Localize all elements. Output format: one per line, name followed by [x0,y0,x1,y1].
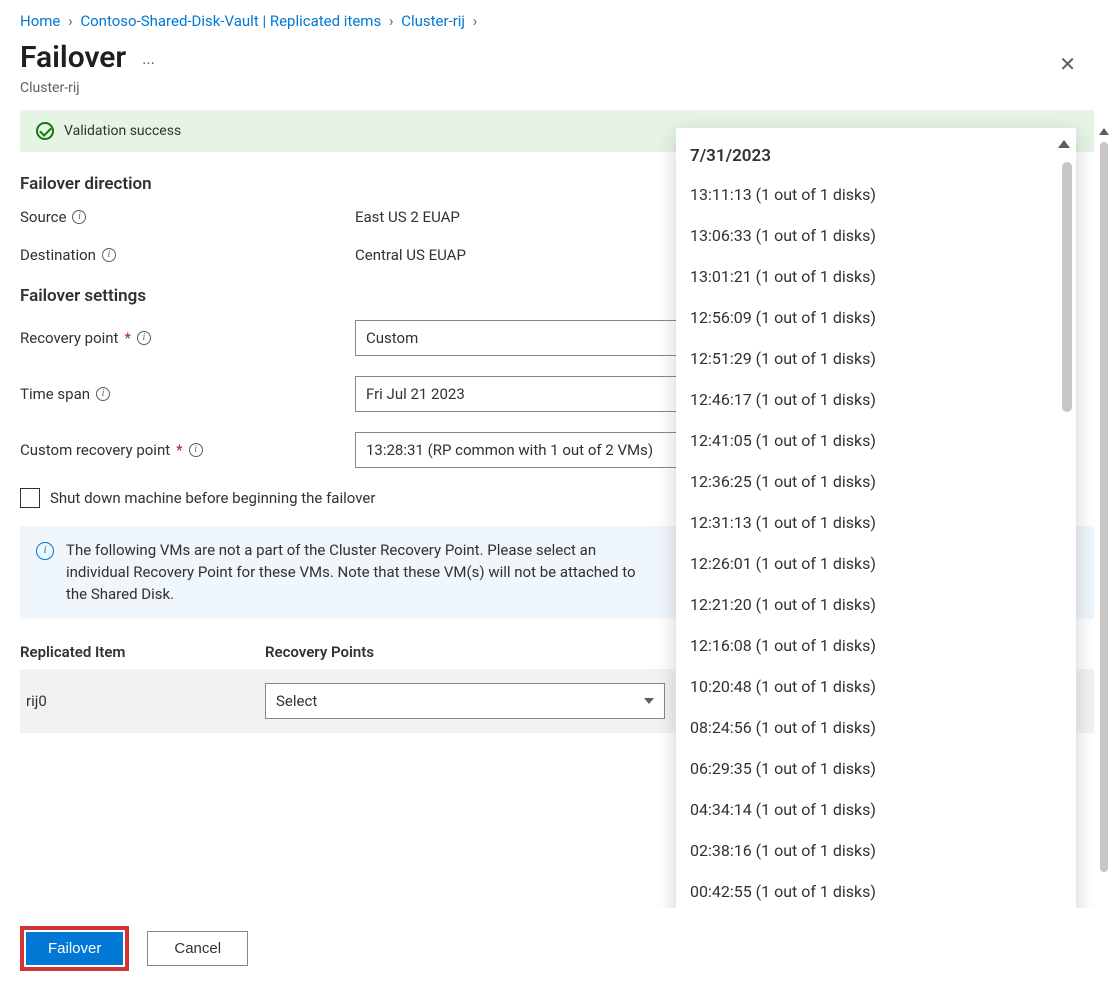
source-value: East US 2 EUAP [355,208,460,226]
info-icon[interactable]: i [189,443,203,457]
recovery-point-option[interactable]: 00:42:55 (1 out of 1 disks) [676,871,1076,912]
recovery-point-label: Recovery point * i [20,329,355,347]
recovery-point-option[interactable]: 12:56:09 (1 out of 1 disks) [676,297,1076,338]
shutdown-checkbox[interactable] [20,488,40,508]
failover-button-highlight: Failover [20,926,129,971]
destination-value: Central US EUAP [355,246,466,264]
time-span-datepicker[interactable]: Fri Jul 21 2023 [355,376,715,412]
custom-recovery-point-label: Custom recovery point * i [20,441,355,459]
breadcrumb-sep: › [68,12,73,30]
page-scrollbar[interactable] [1098,128,1110,929]
col-replicated-item: Replicated Item [20,643,265,661]
breadcrumb-sep: › [473,12,478,30]
recovery-point-option[interactable]: 12:41:05 (1 out of 1 disks) [676,420,1076,461]
recovery-point-option[interactable]: 13:11:13 (1 out of 1 disks) [676,174,1076,215]
recovery-point-option[interactable]: 04:34:14 (1 out of 1 disks) [676,789,1076,830]
recovery-point-option[interactable]: 12:16:08 (1 out of 1 disks) [676,625,1076,666]
recovery-point-flyout: 7/31/202313:11:13 (1 out of 1 disks)13:0… [676,128,1076,948]
page-subtitle: Cluster-rij [0,80,1114,110]
page-title: Failover [20,40,126,75]
breadcrumb-home[interactable]: Home [20,12,60,30]
more-actions-icon[interactable]: ··· [142,54,155,73]
replicated-item-name: rij0 [20,692,265,710]
recovery-point-dropdown[interactable]: Custom [355,320,715,356]
destination-label: Destination i [20,246,355,264]
info-icon[interactable]: i [137,331,151,345]
breadcrumb-sep: › [389,12,394,30]
scrollbar-thumb[interactable] [1100,142,1108,872]
recovery-point-option[interactable]: 12:46:17 (1 out of 1 disks) [676,379,1076,420]
time-span-label: Time span i [20,385,355,403]
recovery-point-option[interactable]: 12:36:25 (1 out of 1 disks) [676,461,1076,502]
info-icon[interactable]: i [72,210,86,224]
recovery-point-option[interactable]: 13:01:21 (1 out of 1 disks) [676,256,1076,297]
failover-button[interactable]: Failover [26,932,123,965]
recovery-point-option[interactable]: 12:31:13 (1 out of 1 disks) [676,502,1076,543]
recovery-point-option[interactable]: 08:24:56 (1 out of 1 disks) [676,707,1076,748]
close-icon[interactable]: ✕ [1051,48,1084,80]
recovery-point-option[interactable]: 12:26:01 (1 out of 1 disks) [676,543,1076,584]
breadcrumb-vault[interactable]: Contoso-Shared-Disk-Vault | Replicated i… [80,12,381,30]
breadcrumb: Home › Contoso-Shared-Disk-Vault | Repli… [0,0,1114,36]
recovery-point-option[interactable]: 12:21:20 (1 out of 1 disks) [676,584,1076,625]
recovery-point-option[interactable]: 12:51:29 (1 out of 1 disks) [676,338,1076,379]
footer-actions: Failover Cancel [0,908,1114,989]
recovery-point-option[interactable]: 06:29:35 (1 out of 1 disks) [676,748,1076,789]
info-panel-text: The following VMs are not a part of the … [66,540,646,605]
source-label: Source i [20,208,355,226]
flyout-date-header: 7/31/2023 [676,128,1076,174]
recovery-point-option[interactable]: 02:38:16 (1 out of 1 disks) [676,830,1076,871]
cancel-button[interactable]: Cancel [147,931,248,966]
validation-text: Validation success [64,123,181,139]
recovery-point-select[interactable]: Select [265,683,665,719]
recovery-point-option[interactable]: 13:06:33 (1 out of 1 disks) [676,215,1076,256]
col-recovery-points: Recovery Points [265,643,374,661]
breadcrumb-cluster[interactable]: Cluster-rij [401,12,465,30]
success-icon [36,122,54,140]
info-icon[interactable]: i [102,248,116,262]
info-icon: i [36,542,54,560]
chevron-down-icon [644,698,654,704]
shutdown-label: Shut down machine before beginning the f… [50,489,375,507]
recovery-point-option[interactable]: 10:20:48 (1 out of 1 disks) [676,666,1076,707]
custom-recovery-point-dropdown[interactable]: 13:28:31 (RP common with 1 out of 2 VMs) [355,432,715,468]
info-icon[interactable]: i [96,387,110,401]
scroll-up-icon[interactable] [1099,128,1109,135]
